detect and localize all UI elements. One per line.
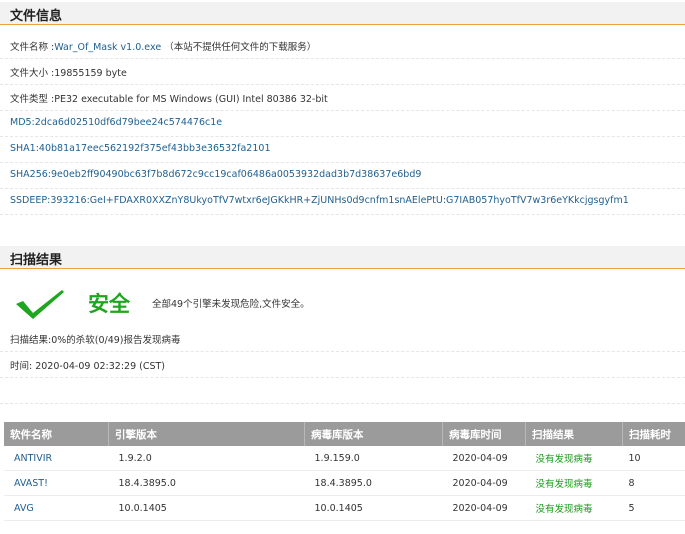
header-scan-duration: 扫描耗时	[622, 422, 685, 446]
empty-row	[0, 378, 685, 404]
scan-duration: 8	[622, 470, 685, 496]
file-type-row: 文件类型 :PE32 executable for MS Windows (GU…	[0, 85, 685, 111]
header-db-time: 病毒库时间	[442, 422, 526, 446]
file-type-value: PE32 executable for MS Windows (GUI) Int…	[54, 94, 328, 105]
download-note: （本站不提供任何文件的下载服务）	[164, 42, 317, 53]
header-software-name: 软件名称	[4, 422, 109, 446]
sha256-row: SHA256:9e0eb2ff90490bc63f7b8d672c9cc19ca…	[0, 163, 685, 189]
ssdeep-label: SSDEEP:	[10, 195, 51, 206]
scan-duration: 10	[622, 446, 685, 471]
sha1-label: SHA1:	[10, 143, 39, 154]
scan-result-cell: 没有发现病毒	[525, 446, 623, 471]
sha1-value: 40b81a17eec562192f375ef43bb3e36532fa2101	[38, 143, 271, 154]
scan-result-cell: 没有发现病毒	[525, 495, 623, 521]
scan-result-cell: 没有发现病毒	[525, 470, 623, 496]
scan-result-header: 扫描结果	[0, 246, 685, 269]
engine-name-link[interactable]: ANTIVIR	[4, 446, 109, 471]
sha256-value: 9e0eb2ff90490bc63f7b8d672c9cc19caf06486a…	[51, 169, 422, 180]
engine-version: 18.4.3895.0	[108, 470, 305, 496]
header-scan-result: 扫描结果	[525, 422, 623, 446]
table-row: ANTIVIR 1.9.2.0 1.9.159.0 2020-04-09 没有发…	[4, 446, 685, 471]
scan-time: 时间: 2020-04-09 02:32:29 (CST)	[10, 361, 166, 372]
engine-name-link[interactable]: AVAST!	[4, 470, 109, 496]
table-row: AVAST! 18.4.3895.0 18.4.3895.0 2020-04-0…	[4, 470, 685, 496]
file-size-value: 19855159 byte	[54, 68, 127, 79]
sha1-row: SHA1:40b81a17eec562192f375ef43bb3e36532f…	[0, 137, 685, 163]
table-header-row: 软件名称 引擎版本 病毒库版本 病毒库时间 扫描结果 扫描耗时	[4, 422, 685, 446]
db-time: 2020-04-09	[442, 446, 526, 471]
table-row: AVG 10.0.1405 10.0.1405 2020-04-09 没有发现病…	[4, 495, 685, 521]
file-name-value: War_Of_Mask v1.0.exe	[54, 42, 162, 53]
file-name-label: 文件名称 :	[10, 42, 55, 53]
header-db-version: 病毒库版本	[304, 422, 443, 446]
file-info-title: 文件信息	[10, 9, 63, 24]
safe-status: 安全	[88, 292, 130, 316]
db-version: 18.4.3895.0	[304, 470, 443, 496]
md5-row: MD5:2dca6d02510df6d79bee24c574476c1e	[0, 111, 685, 137]
check-icon	[16, 290, 64, 319]
safe-description: 全部49个引擎未发现危险,文件安全。	[152, 299, 310, 310]
scan-result-title: 扫描结果	[10, 253, 63, 268]
ssdeep-value: 393216:GeI+FDAXR0XXZnY8UkyoTfV7wtxr6eJGK…	[50, 195, 629, 206]
db-version: 1.9.159.0	[304, 446, 443, 471]
file-info-header: 文件信息	[0, 2, 685, 25]
db-version: 10.0.1405	[304, 495, 443, 521]
file-name-row: 文件名称 :War_Of_Mask v1.0.exe （本站不提供任何文件的下载…	[0, 33, 685, 59]
engine-table: 软件名称 引擎版本 病毒库版本 病毒库时间 扫描结果 扫描耗时 ANTIVIR …	[4, 422, 685, 521]
md5-label: MD5:	[10, 117, 35, 128]
file-size-row: 文件大小 :19855159 byte	[0, 59, 685, 85]
file-size-label: 文件大小 :	[10, 68, 55, 79]
engine-name-link[interactable]: AVG	[4, 495, 109, 521]
db-time: 2020-04-09	[442, 495, 526, 521]
scan-duration: 5	[622, 495, 685, 521]
ssdeep-row: SSDEEP:393216:GeI+FDAXR0XXZnY8UkyoTfV7wt…	[0, 189, 685, 215]
scan-time-row: 时间: 2020-04-09 02:32:29 (CST)	[0, 352, 685, 378]
file-type-label: 文件类型 :	[10, 94, 55, 105]
scan-summary: 扫描结果:0%的杀软(0/49)报告发现病毒	[10, 335, 181, 346]
sha256-label: SHA256:	[10, 169, 52, 180]
engine-version: 1.9.2.0	[108, 446, 305, 471]
header-engine-version: 引擎版本	[108, 422, 305, 446]
engine-version: 10.0.1405	[108, 495, 305, 521]
db-time: 2020-04-09	[442, 470, 526, 496]
scan-summary-row: 扫描结果:0%的杀软(0/49)报告发现病毒	[0, 326, 685, 352]
md5-value: 2dca6d02510df6d79bee24c574476c1e	[34, 117, 223, 128]
